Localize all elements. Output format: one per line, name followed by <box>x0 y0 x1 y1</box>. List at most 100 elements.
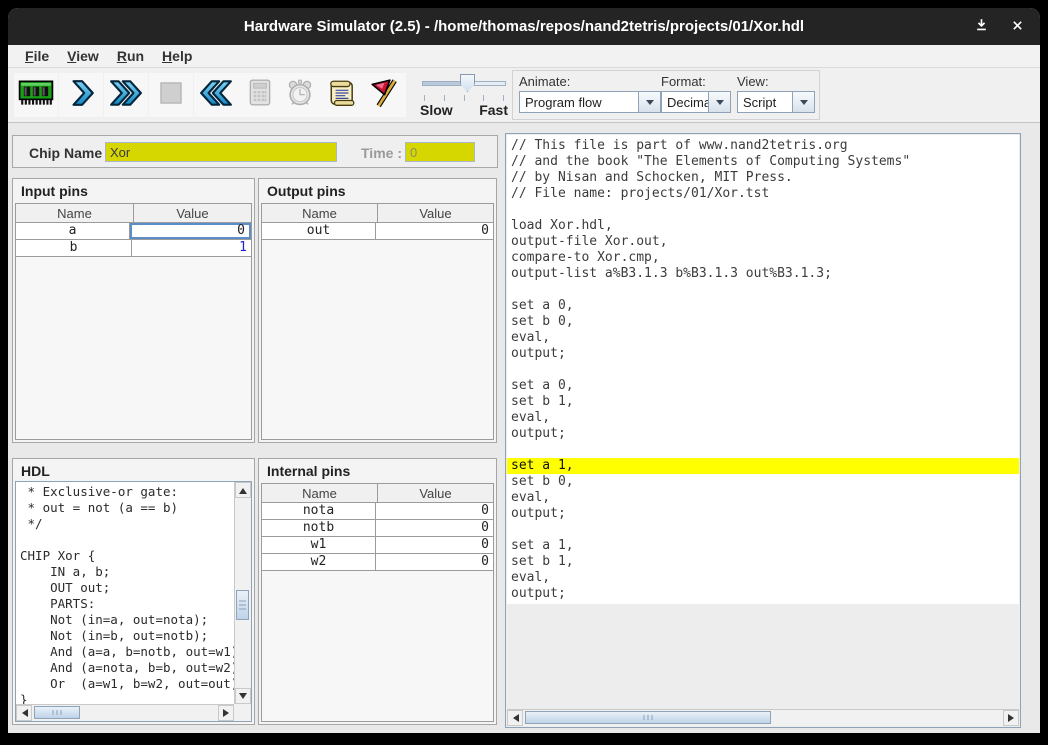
pin-value-editor[interactable]: 0 <box>130 223 251 239</box>
pin-value: 0 <box>376 520 493 536</box>
menu-view[interactable]: View <box>58 46 108 66</box>
input-pins-panel: Input pins Name Value a 0 b 1 <box>12 178 255 443</box>
script-line: set a 0, <box>507 298 1019 314</box>
script-horizontal-scrollbar[interactable] <box>507 709 1019 726</box>
script-line <box>507 362 1019 378</box>
scroll-down-button[interactable] <box>235 688 251 704</box>
hdl-line: * Exclusive-or gate: <box>20 484 234 500</box>
slider-slow-label: Slow <box>420 102 453 118</box>
view-script-button[interactable] <box>320 73 364 117</box>
combo-group: Animate: Program flow Format: Decimal Vi… <box>512 70 820 120</box>
memory-chip-icon <box>18 79 54 112</box>
vertical-scroll-thumb[interactable] <box>236 590 249 620</box>
close-button[interactable] <box>1006 16 1028 38</box>
view-combobox[interactable]: Script <box>737 91 815 113</box>
script-panel: // This file is part of www.nand2tetris.… <box>505 133 1021 728</box>
minimize-button[interactable] <box>970 16 992 38</box>
pin-name: a <box>16 223 130 239</box>
animate-combobox[interactable]: Program flow <box>519 91 661 113</box>
format-value[interactable]: Decimal <box>661 91 709 113</box>
script-line: output-list a%B3.1.3 b%B3.1.3 out%B3.1.3… <box>507 266 1019 282</box>
load-chip-button[interactable] <box>14 73 58 117</box>
pin-value: 0 <box>376 503 493 519</box>
animate-dropdown-arrow[interactable] <box>639 91 661 113</box>
double-chevron-left-icon <box>199 78 233 113</box>
chevron-right-icon <box>66 78 96 113</box>
script-line: output; <box>507 426 1019 442</box>
menu-help[interactable]: Help <box>153 46 201 66</box>
menu-bar: File View Run Help <box>8 45 1040 68</box>
chip-name-field[interactable] <box>105 142 337 162</box>
internal-pins-panel: Internal pins Name Value nota 0 notb 0 w… <box>258 458 497 725</box>
script-line <box>507 202 1019 218</box>
chip-name-panel: Chip Name : Time : <box>12 135 498 168</box>
script-line: set b 1, <box>507 554 1019 570</box>
scroll-left-button[interactable] <box>507 710 523 726</box>
scroll-icon <box>328 78 356 113</box>
table-row: out 0 <box>262 223 493 240</box>
script-line: set a 0, <box>507 378 1019 394</box>
reset-button[interactable] <box>194 73 238 117</box>
table-header: Name Value <box>262 484 493 503</box>
hdl-line: IN a, b; <box>20 564 234 580</box>
single-step-button[interactable] <box>59 73 103 117</box>
internal-pins-title: Internal pins <box>259 459 496 481</box>
pin-name: w2 <box>262 554 376 570</box>
col-name-header: Name <box>16 204 134 222</box>
script-line: output-file Xor.out, <box>507 234 1019 250</box>
script-line: set b 0, <box>507 314 1019 330</box>
speed-slider: Slow Fast <box>420 72 508 120</box>
script-line: eval, <box>507 330 1019 346</box>
speed-slider-ticks <box>424 95 504 101</box>
calculator-icon <box>247 78 273 113</box>
hdl-line: } <box>20 692 234 704</box>
script-line: compare-to Xor.cmp, <box>507 250 1019 266</box>
script-line: eval, <box>507 570 1019 586</box>
time-label: Time : <box>361 145 402 161</box>
clock-button[interactable] <box>278 73 322 117</box>
scroll-left-button[interactable] <box>16 705 32 721</box>
triangle-left-icon <box>509 714 519 722</box>
hdl-horizontal-scrollbar[interactable] <box>16 704 234 721</box>
format-dropdown-arrow[interactable] <box>709 91 731 113</box>
triangle-right-icon <box>1008 714 1018 722</box>
stop-button[interactable] <box>149 73 193 117</box>
stop-square-icon <box>157 79 185 112</box>
pin-value: 0 <box>376 537 493 553</box>
title-bar: Hardware Simulator (2.5) - /home/thomas/… <box>8 8 1040 45</box>
script-line: load Xor.hdl, <box>507 218 1019 234</box>
output-pins-panel: Output pins Name Value out 0 <box>258 178 497 443</box>
scroll-right-button[interactable] <box>1003 710 1019 726</box>
script-line: // This file is part of www.nand2tetris.… <box>507 138 1019 154</box>
pin-value[interactable]: 1 <box>132 240 251 256</box>
hdl-text-area: * Exclusive-or gate: * out = not (a == b… <box>15 481 252 722</box>
table-row: w2 0 <box>262 554 493 571</box>
hdl-text: * Exclusive-or gate: * out = not (a == b… <box>16 482 234 704</box>
scroll-right-button[interactable] <box>218 705 234 721</box>
speed-slider-thumb[interactable] <box>460 74 475 92</box>
format-combobox[interactable]: Decimal <box>661 91 731 113</box>
run-button[interactable] <box>104 73 148 117</box>
slider-fast-label: Fast <box>479 102 508 118</box>
script-line: output; <box>507 506 1019 522</box>
hdl-panel: HDL * Exclusive-or gate: * out = not (a … <box>12 458 255 725</box>
animate-value[interactable]: Program flow <box>519 91 639 113</box>
horizontal-scroll-thumb[interactable] <box>525 711 771 724</box>
horizontal-scroll-thumb[interactable] <box>34 706 80 719</box>
chip-name-label: Chip Name : <box>29 145 111 161</box>
view-value[interactable]: Script <box>737 91 793 113</box>
scroll-up-button[interactable] <box>235 482 251 498</box>
hdl-line: CHIP Xor { <box>20 548 234 564</box>
internal-pins-table: Name Value nota 0 notb 0 w1 0 w2 0 <box>261 483 494 722</box>
minimize-icon <box>975 18 988 35</box>
menu-run[interactable]: Run <box>108 46 153 66</box>
menu-file[interactable]: File <box>16 46 58 66</box>
script-line: set a 1, <box>507 538 1019 554</box>
calculator-button[interactable] <box>238 73 282 117</box>
script-line <box>507 442 1019 458</box>
hdl-vertical-scrollbar[interactable] <box>234 482 251 704</box>
table-row: w1 0 <box>262 537 493 554</box>
breakpoints-button[interactable] <box>362 73 406 117</box>
col-value-header: Value <box>378 204 493 222</box>
view-dropdown-arrow[interactable] <box>793 91 815 113</box>
